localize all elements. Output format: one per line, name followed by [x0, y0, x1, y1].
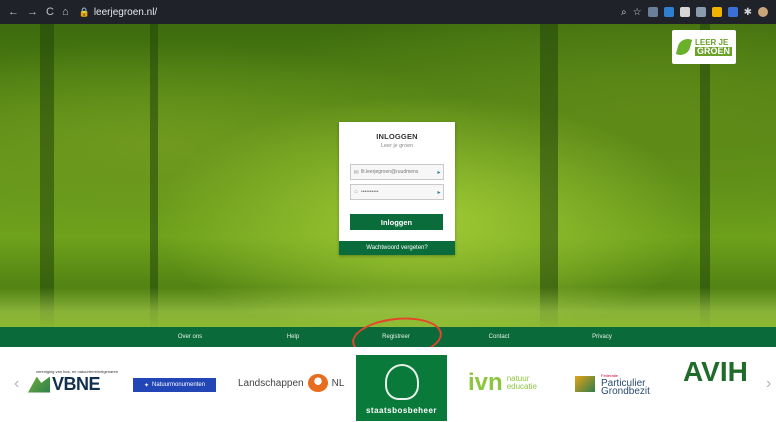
staatsbosbeheer-name: staatsbosbeheer	[365, 406, 438, 415]
address-bar[interactable]: 🔒 leerjegroen.nl/	[79, 7, 158, 18]
federatie-mark-icon	[575, 376, 595, 392]
reload-icon[interactable]: C	[46, 6, 54, 18]
login-card: INLOGGEN Leer je groen ✉ llt.leerjegroen…	[339, 122, 455, 255]
tree-trunk	[540, 24, 558, 327]
site-logo[interactable]: LEER JE GROEN	[672, 30, 736, 64]
extension-icon[interactable]	[695, 7, 706, 17]
envelope-icon: ✉	[353, 169, 359, 176]
lock-icon: 🔒	[78, 6, 90, 17]
login-subtitle: Leer je groen	[380, 143, 414, 149]
natuurmonumenten-logo[interactable]: ✦ Natuurmonumenten	[133, 378, 216, 392]
email-field[interactable]: ✉ llt.leerjegroen@ruudmens ▸	[350, 164, 444, 180]
star-icon[interactable]: ☆	[633, 7, 642, 18]
chevron-left-icon[interactable]: ‹	[14, 375, 19, 393]
back-icon[interactable]: ←	[8, 6, 19, 18]
address-bar-url: leerjegroen.nl/	[93, 6, 158, 18]
puzzle-icon[interactable]: ✱	[744, 7, 752, 18]
natuurmonumenten-name: Natuurmonumenten	[152, 382, 206, 388]
avih-logo[interactable]: AVIH	[683, 357, 748, 387]
tree-trunk	[40, 24, 54, 327]
shield-icon[interactable]	[679, 7, 690, 17]
landschappen-logo[interactable]: Landschappen NL	[238, 374, 344, 392]
federatie-logo[interactable]: Federatie Particulier Grondbezit	[575, 372, 650, 397]
browser-toolbar: ← → C ⌂ 🔒 leerjegroen.nl/ ⌕ ☆ ✱	[0, 0, 776, 24]
extension-icon[interactable]	[647, 7, 658, 17]
extension-icon[interactable]	[663, 7, 674, 17]
vbne-name: VBNE	[52, 374, 101, 394]
logo-line-2: GROEN	[694, 46, 732, 56]
staatsbosbeheer-logo[interactable]: staatsbosbeheer	[356, 355, 447, 421]
forward-icon[interactable]: →	[27, 6, 38, 18]
autofill-icon[interactable]: ▸	[435, 189, 443, 196]
chevron-right-icon[interactable]: ›	[766, 375, 771, 393]
tree-icon	[384, 364, 419, 400]
ivn-name: ivn	[468, 369, 503, 396]
footer-link-help[interactable]: Help	[287, 327, 299, 347]
bird-icon: ✦	[143, 382, 149, 389]
extension-icon[interactable]	[711, 7, 722, 17]
ivn-sub-2: educatie	[506, 382, 537, 391]
password-value: ••••••••••	[361, 189, 379, 195]
partner-logos-strip: ‹ vereniging van bos- en natuurterreinei…	[0, 347, 776, 422]
footer-link-privacy[interactable]: Privacy	[592, 327, 612, 347]
tree-trunk	[150, 24, 158, 327]
landschappen-nl: NL	[331, 377, 345, 389]
federatie-line-2: Grondbezit	[601, 386, 650, 397]
landschappen-name: Landschappen	[238, 377, 304, 389]
forgot-password-link[interactable]: Wachtwoord vergeten?	[339, 241, 455, 255]
avih-name: AVIH	[683, 356, 748, 387]
footer-link-contact[interactable]: Contact	[489, 327, 510, 347]
home-icon[interactable]: ⌂	[62, 6, 69, 18]
login-button[interactable]: Inloggen	[350, 214, 443, 230]
login-title: INLOGGEN	[376, 132, 418, 141]
extension-icon[interactable]	[727, 7, 738, 17]
leaf-icon	[676, 36, 692, 58]
landschappen-mark-icon	[307, 374, 328, 392]
search-icon[interactable]: ⌕	[621, 7, 627, 18]
footer-link-over-ons[interactable]: Over ons	[178, 327, 202, 347]
ivn-logo[interactable]: ivn natuur educatie	[468, 369, 537, 397]
profile-avatar[interactable]	[758, 7, 768, 17]
lock-icon: ⌂	[354, 189, 358, 195]
autofill-icon[interactable]: ▸	[435, 169, 443, 176]
password-field[interactable]: ⌂ •••••••••• ▸	[350, 184, 444, 200]
tree-trunk	[700, 24, 710, 327]
email-value: llt.leerjegroen@ruudmens	[361, 169, 419, 175]
vbne-logo[interactable]: vereniging van bos- en natuurterreineige…	[28, 369, 118, 395]
vbne-mark-icon	[28, 376, 50, 393]
